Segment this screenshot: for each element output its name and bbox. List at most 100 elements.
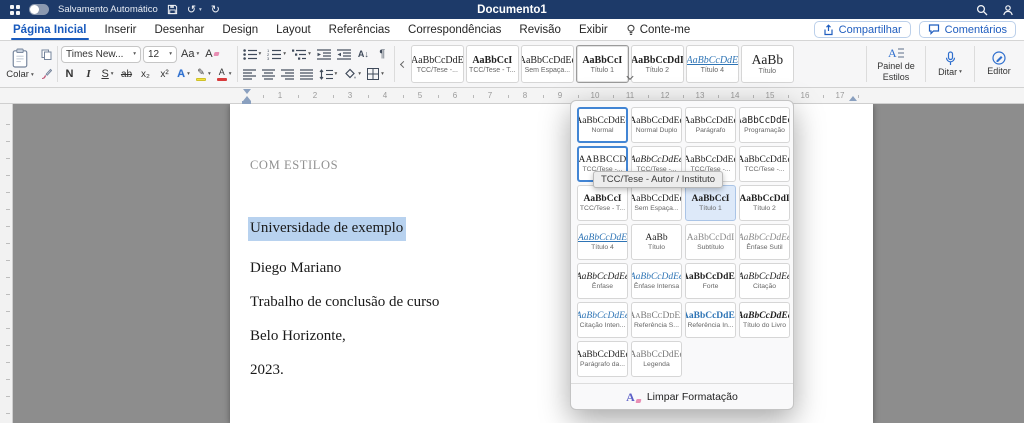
panel-style-legenda[interactable]: AaBbCcDdEeLegenda [631,341,682,377]
font-name-select[interactable]: Times New...▾ [61,46,141,63]
style-card-titulo-1[interactable]: AaBbCcITítulo 1 [576,45,629,83]
gallery-expand-icon[interactable] [628,66,633,84]
tab-conte-me[interactable]: Conte-me [617,19,700,40]
panel-style-paragrafo[interactable]: AaBbCcDdEeParágrafo [685,107,736,143]
italic-button[interactable]: I [80,66,97,83]
style-card-titulo-4[interactable]: AaBbCcDdETítulo 4 [686,45,739,83]
search-icon[interactable] [976,4,988,16]
copy-icon[interactable] [38,47,54,62]
subscript-button[interactable]: x₂ [137,66,154,83]
borders-button[interactable]: ▾ [365,66,386,83]
document-line[interactable]: Trabalho de conclusão de curso [250,294,439,311]
strikethrough-button[interactable]: ab [118,66,135,83]
bullet-list-button[interactable]: ▾ [241,46,264,63]
save-icon[interactable] [167,4,178,15]
panel-style-referencia-s[interactable]: AaBbCcDdEeReferência S... [631,302,682,338]
undo-icon[interactable]: ↺▾ [187,3,202,16]
panel-style-paragrafo-da[interactable]: AaBbCcDdEeParágrafo da... [577,341,628,377]
document-line[interactable]: Belo Horizonte, [250,328,346,345]
panel-style-titulo[interactable]: AaBbTítulo [631,224,682,260]
panel-style-normal[interactable]: AaBbCcDdEeNormal [577,107,628,143]
right-indent-marker[interactable] [849,96,857,101]
panel-style-titulo-4[interactable]: AaBbCcDdETítulo 4 [577,224,628,260]
style-card-titulo[interactable]: AaBbTítulo [741,45,794,83]
panel-style-titulo-2[interactable]: AaBbCcDdITítulo 2 [739,185,790,221]
styles-pane-button[interactable]: A Painel de Estilos [870,44,922,84]
tab-design[interactable]: Design [213,19,267,40]
clear-formatting-button[interactable]: A [203,46,220,63]
numbered-list-button[interactable]: 123▾ [265,46,288,63]
text-effects-button[interactable]: A▾ [175,66,192,83]
paste-label: Colar [6,69,29,80]
document-heading[interactable]: COM ESTILOS [250,158,338,173]
account-icon[interactable] [1002,4,1014,16]
panel-style-normal-duplo[interactable]: AaBbCcDdEeNormal Duplo [631,107,682,143]
panel-style-sem-espaca[interactable]: AaBbCcDdEeSem Espaça... [631,185,682,221]
tab-exibir[interactable]: Exibir [570,19,617,40]
highlight-color-button[interactable]: ✎▾ [194,66,213,83]
panel-style-citacao[interactable]: AaBbCcDdEeCitação [739,263,790,299]
panel-style-citacao-inten[interactable]: AaBbCcDdEeCitação Inten... [577,302,628,338]
tab-referencias[interactable]: Referências [320,19,399,40]
style-card-tcc-tese[interactable]: AaBbCcDdETCC/Tese -... [411,45,464,83]
left-indent-marker[interactable] [242,101,251,104]
first-line-indent-marker[interactable] [243,89,251,94]
paste-button[interactable]: Colar▾ [4,44,36,84]
gallery-scroll-left-icon[interactable] [398,45,409,83]
font-color-button[interactable]: A▾ [215,66,234,83]
share-button[interactable]: Compartilhar [814,21,911,38]
clear-formatting-item[interactable]: A Limpar Formatação [571,383,793,409]
increase-indent-button[interactable] [335,46,353,63]
autosave-label: Salvamento Automático [58,4,158,15]
panel-style-enfase-sutil[interactable]: AaBbCcDdEeÊnfase Sutil [739,224,790,260]
panel-style-subtitulo[interactable]: AaBbCcDdISubtítulo [685,224,736,260]
multilevel-list-button[interactable]: ▾ [290,46,313,63]
comments-button[interactable]: Comentários [919,21,1016,38]
document-line[interactable]: 2023. [250,362,284,379]
shading-button[interactable]: ▾ [341,66,363,83]
redo-icon[interactable]: ↻ [211,3,220,16]
panel-style-forte[interactable]: AaBbCcDdEeForte [685,263,736,299]
show-paragraph-marks-button[interactable]: ¶ [374,46,391,63]
tab-pagina-inicial[interactable]: Página Inicial [4,19,96,40]
align-left-button[interactable] [241,66,258,83]
autosave-toggle[interactable] [29,4,49,15]
panel-style-tcc-tese-t[interactable]: AaBbCcITCC/Tese - T... [577,185,628,221]
dictate-button[interactable]: Ditar▾ [929,44,971,84]
tab-layout[interactable]: Layout [267,19,320,40]
horizontal-ruler[interactable]: 1234567891011121314151617 [0,88,1024,104]
underline-button[interactable]: S▾ [99,66,116,83]
panel-style-programacao[interactable]: AaBbCcDdEeProgramação [739,107,790,143]
font-size-select[interactable]: 12▾ [143,46,177,63]
format-painter-icon[interactable] [38,66,54,81]
editor-button[interactable]: Editor [978,44,1020,84]
panel-style-enfase-intensa[interactable]: AaBbCcDdEeÊnfase Intensa [631,263,682,299]
decrease-indent-button[interactable] [315,46,333,63]
sort-button[interactable]: A↓ [355,46,372,63]
align-center-button[interactable] [260,66,277,83]
document-line-selected[interactable]: Universidade de exemplo [250,220,406,237]
align-right-button[interactable] [279,66,296,83]
tab-desenhar[interactable]: Desenhar [145,19,213,40]
app-grid-icon[interactable] [10,5,20,15]
style-card-tcc-tese-t[interactable]: AaBbCcITCC/Tese - T... [466,45,519,83]
panel-style-titulo-1[interactable]: AaBbCcITítulo 1 [685,185,736,221]
style-sample: AaBb [645,233,667,243]
line-spacing-button[interactable]: ▾ [317,66,340,83]
tab-inserir[interactable]: Inserir [96,19,146,40]
style-card-sem-espaca[interactable]: AaBbCcDdEeSem Espaça... [521,45,574,83]
style-card-titulo-2[interactable]: AaBbCcDdITítulo 2 [631,45,684,83]
style-label: Título [759,68,777,75]
panel-style-titulo-do-livro[interactable]: AaBbCcDdEeTítulo do Livro [739,302,790,338]
vertical-ruler[interactable] [0,104,13,423]
tab-revisao[interactable]: Revisão [510,19,570,40]
tab-correspondencias[interactable]: Correspondências [399,19,510,40]
justify-button[interactable] [298,66,315,83]
panel-style-referencia-in[interactable]: AaBbCcDdEeReferência In... [685,302,736,338]
panel-style-enfase[interactable]: AaBbCcDdEeÊnfase [577,263,628,299]
superscript-button[interactable]: x² [156,66,173,83]
bold-button[interactable]: N [61,66,78,83]
document-line[interactable]: Diego Mariano [250,260,341,277]
change-case-button[interactable]: Aa▾ [179,46,201,63]
panel-style-tcc-tese[interactable]: AaBbCcDdEeTCC/Tese -... [739,146,790,182]
